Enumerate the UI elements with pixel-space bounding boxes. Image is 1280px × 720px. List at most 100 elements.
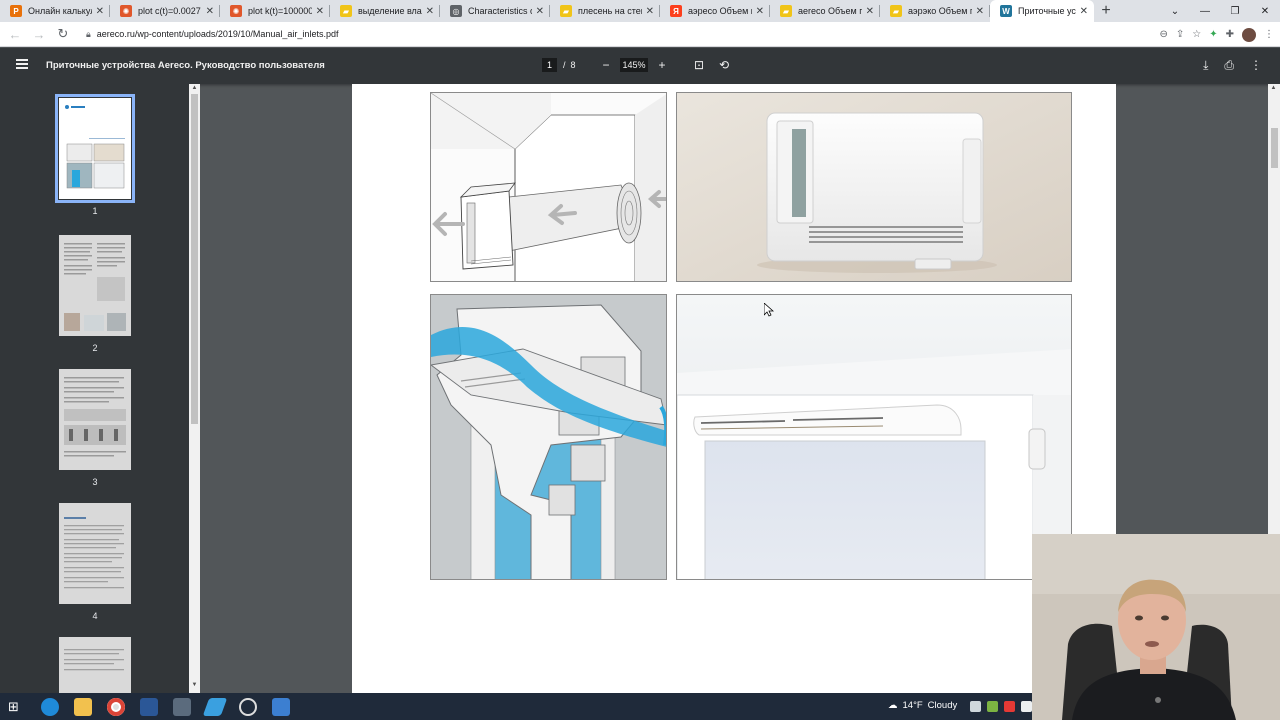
thumbnail-image[interactable]: [59, 637, 131, 693]
tab-strip: PОнлайн калькулято✕✺plot c(t)=0.0027 +✕✺…: [0, 0, 1280, 22]
remote-desktop-icon[interactable]: [272, 698, 290, 716]
browser-tab[interactable]: ▰ аэрэко Объем пр ✕: [880, 0, 990, 22]
thumbnail-page-5[interactable]: 5: [59, 637, 131, 693]
webcam-overlay: [1032, 534, 1280, 720]
tray-icon[interactable]: [1004, 701, 1015, 712]
windows-start-icon[interactable]: ⊞: [8, 698, 26, 716]
thumbnail-page-1[interactable]: 1: [55, 94, 135, 216]
extensions-puzzle-icon[interactable]: ✚: [1226, 29, 1234, 40]
share-icon[interactable]: ⇪: [1176, 29, 1184, 40]
page-selector: 1 / 8: [542, 58, 576, 72]
minimize-button[interactable]: —: [1190, 0, 1220, 22]
zoom-out-button[interactable]: −: [598, 58, 614, 72]
sidebar-scrollbar-thumb[interactable]: [191, 94, 198, 424]
more-menu-icon[interactable]: ⋮: [1264, 29, 1274, 40]
lock-icon[interactable]: 🔒︎: [86, 29, 91, 40]
close-window-button[interactable]: ✕: [1250, 0, 1280, 22]
zoom-icon[interactable]: ⊖: [1159, 29, 1167, 40]
browser-tab[interactable]: ◎ Characteristics of ✕: [440, 0, 550, 22]
address-bar[interactable]: aereco.ru/wp-content/uploads/2019/10/Man…: [97, 29, 339, 39]
tab-title: aereco Объем пр: [798, 6, 862, 16]
weather-temperature: 14°F: [902, 700, 923, 711]
onedrive-icon[interactable]: [1021, 701, 1032, 712]
print-icon[interactable]: ⎙: [1224, 58, 1234, 73]
zoom-input[interactable]: 145%: [620, 58, 648, 72]
tab-title: плесень на стена: [578, 6, 642, 16]
tab-close-icon[interactable]: ✕: [96, 6, 104, 17]
zoom-controls: − 145% +: [598, 58, 670, 72]
thumbnail-label: 1: [92, 206, 98, 216]
tab-close-icon[interactable]: ✕: [976, 6, 984, 17]
tab-close-icon[interactable]: ✕: [1080, 6, 1088, 17]
thumbnail-page-2[interactable]: 2: [59, 235, 131, 353]
pdf-toolbar: Приточные устройства Aereco. Руководство…: [0, 48, 1280, 84]
scroll-down-arrow-icon[interactable]: ▼: [189, 682, 200, 688]
cloud-icon: ☁: [888, 700, 898, 711]
tab-title: Characteristics of: [468, 6, 532, 16]
tab-close-icon[interactable]: ✕: [426, 6, 434, 17]
tab-title: Приточные устро: [1018, 6, 1076, 16]
fit-page-icon[interactable]: ⊡: [694, 58, 704, 72]
tab-search-icon[interactable]: ⌄: [1160, 0, 1190, 22]
sidebar-menu-icon[interactable]: [16, 59, 28, 69]
clock-app-icon[interactable]: [239, 698, 257, 716]
tab-close-icon[interactable]: ✕: [646, 6, 654, 17]
zoom-in-button[interactable]: +: [654, 58, 670, 72]
new-tab-button[interactable]: +: [1094, 0, 1118, 22]
tab-close-icon[interactable]: ✕: [866, 6, 874, 17]
browser-tab[interactable]: Яаэреco Объем пр ✕: [660, 0, 770, 22]
thumbnail-page-3[interactable]: 3: [59, 369, 131, 487]
pdf-page: [352, 84, 1116, 693]
browser-tab[interactable]: ▰ выделение влаги ✕: [330, 0, 440, 22]
tray-icon[interactable]: [987, 701, 998, 712]
browser-tab[interactable]: ▰ плесень на стена ✕: [550, 0, 660, 22]
tab-favicon-icon: ✺: [230, 5, 242, 17]
weather-condition: Cloudy: [927, 700, 958, 711]
thumbnail-label: 3: [92, 477, 98, 487]
thumbnail-image[interactable]: [59, 235, 131, 336]
rotate-icon[interactable]: ⟲: [719, 58, 729, 72]
thumbnail-label: 4: [92, 611, 98, 621]
document-scrollbar-thumb[interactable]: [1271, 128, 1278, 168]
edge-icon[interactable]: [41, 698, 59, 716]
reload-button[interactable]: ↻: [52, 23, 74, 45]
browser-tab[interactable]: ▰ aereco Объем пр ✕: [770, 0, 880, 22]
tab-close-icon[interactable]: ✕: [206, 6, 214, 17]
thumbnail-image[interactable]: [55, 94, 135, 203]
forward-button[interactable]: →: [28, 23, 50, 45]
sidebar-scrollbar[interactable]: ▲ ▼: [189, 84, 200, 693]
tab-close-icon[interactable]: ✕: [536, 6, 544, 17]
tab-favicon-icon: ✺: [120, 5, 132, 17]
tab-close-icon[interactable]: ✕: [316, 6, 324, 17]
bookmark-star-icon[interactable]: ☆: [1192, 29, 1201, 40]
word-icon[interactable]: [140, 698, 158, 716]
more-options-icon[interactable]: ⋮: [1250, 58, 1262, 73]
page-separator: /: [563, 60, 566, 70]
thumbnail-image[interactable]: [59, 369, 131, 470]
profile-avatar[interactable]: [1242, 27, 1256, 42]
scroll-up-arrow-icon[interactable]: ▲: [1268, 85, 1279, 91]
file-explorer-icon[interactable]: [74, 698, 92, 716]
thumbnail-image[interactable]: [59, 503, 131, 604]
browser-tab[interactable]: ✺ plot k(t)=1000000 ✕: [220, 0, 330, 22]
tray-icon[interactable]: [970, 701, 981, 712]
browser-tab[interactable]: P Онлайн калькулято ✕: [0, 0, 110, 22]
tab-favicon-icon: ◎: [450, 5, 462, 17]
extension-icon[interactable]: ✦: [1209, 29, 1217, 40]
download-icon[interactable]: ⤓: [1203, 58, 1208, 73]
page-number-input[interactable]: 1: [542, 58, 557, 72]
chrome-icon[interactable]: [107, 698, 125, 716]
tab-close-icon[interactable]: ✕: [756, 6, 764, 17]
weather-widget[interactable]: ☁ 14°F Cloudy: [888, 700, 957, 711]
tab-favicon-icon: P: [10, 5, 22, 17]
app-icon[interactable]: [202, 698, 228, 716]
tab-favicon-icon: ▰: [890, 5, 902, 17]
browser-tab[interactable]: W Приточные устро ✕: [990, 0, 1094, 22]
back-button[interactable]: ←: [4, 23, 26, 45]
scroll-up-arrow-icon[interactable]: ▲: [189, 85, 200, 91]
browser-tab[interactable]: ✺ plot c(t)=0.0027 + ✕: [110, 0, 220, 22]
tab-title: plot c(t)=0.0027 +: [138, 6, 202, 16]
thumbnail-page-4[interactable]: 4: [59, 503, 131, 621]
restore-button[interactable]: ❐: [1220, 0, 1250, 22]
calculator-icon[interactable]: [173, 698, 191, 716]
